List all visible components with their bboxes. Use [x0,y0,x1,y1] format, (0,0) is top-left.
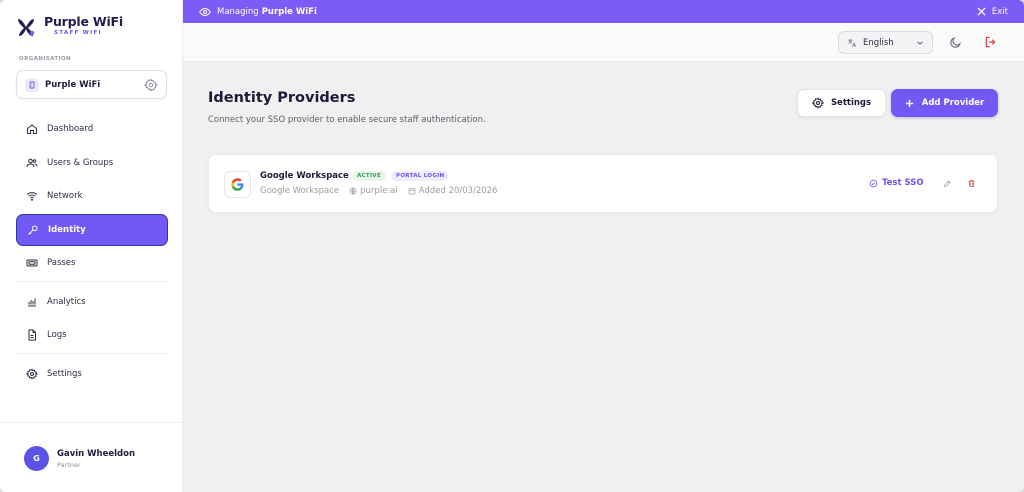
add-provider-button[interactable]: Add Provider [891,89,998,117]
sidebar: Purple WiFi STAFF WIFI ORGANISATION Purp… [0,0,183,492]
home-icon [27,124,37,134]
users-icon [26,158,38,167]
sidebar-item-dashboard[interactable]: Dashboard [16,113,168,145]
sidebar-item-analytics[interactable]: Analytics [16,286,168,318]
sidebar-item-logs[interactable]: Logs [16,319,168,351]
exit-label: Exit [991,6,1008,17]
user-profile[interactable]: G Gavin Wheeldon Partner [24,446,135,471]
main-content: Identity Providers Connect your SSO prov… [183,62,1024,492]
sidebar-item-passes[interactable]: Passes [16,247,168,279]
plus-icon [905,99,913,107]
sidebar-item-label: Settings [47,368,82,379]
app-logo[interactable]: Purple WiFi STAFF WIFI [16,14,123,38]
purple-logo-icon [18,19,35,36]
sidebar-item-users-groups[interactable]: Users & Groups [16,147,168,179]
managing-banner: Managing Purple WiFi Exit [183,0,1024,23]
sidebar-item-label: Passes [47,258,76,268]
nav-divider [16,352,168,354]
banner-prefix: Managing [217,6,259,17]
exit-button[interactable]: Exit [977,0,1008,23]
sidebar-item-label: Logs [47,330,67,340]
organisation-label: ORGANISATION [19,56,71,62]
wifi-icon [26,192,38,201]
eye-icon [199,7,211,16]
test-sso-label: Test SSO [882,178,924,188]
provider-added-date: Added 20/03/2026 [418,186,498,196]
sidebar-item-label: Identity [48,224,86,235]
user-divider [0,422,183,423]
provider-meta: Google Workspace purple.ai Added 20/03/2… [260,186,507,196]
status-badge: ACTIVE [352,171,386,181]
sidebar-item-settings[interactable]: Settings [16,358,168,390]
organisation-selector[interactable]: Purple WiFi [16,70,167,99]
ticket-icon [26,259,38,267]
sidebar-item-network[interactable]: Network [16,180,168,212]
banner-org-name: Purple WiFi [261,6,317,17]
app-title: Purple WiFi [44,14,123,29]
provider-type: Google Workspace [260,186,340,196]
logout-icon[interactable] [984,35,998,49]
add-provider-label: Add Provider [921,98,985,108]
translate-icon [848,38,857,47]
sidebar-item-label: Network [47,191,83,201]
nav-divider [16,280,168,282]
sidebar-item-label: Analytics [47,296,86,307]
sidebar-item-label: Dashboard [47,124,94,134]
provider-name: Google Workspace [260,171,349,181]
settings-button[interactable]: Settings [797,89,886,117]
trash-icon[interactable] [967,179,976,188]
language-value: English [863,37,894,48]
sidebar-item-label: Users & Groups [47,157,114,168]
bar-chart-icon [28,298,36,306]
test-icon [869,179,878,187]
app-subtitle: STAFF WIFI [54,30,102,36]
provider-card: Google Workspace ACTIVE PORTAL LOGIN Goo… [208,154,998,213]
provider-domain: purple.ai [360,186,398,196]
page-description: Connect your SSO provider to enable secu… [208,115,486,125]
gear-icon [26,367,38,380]
gear-icon [811,97,824,109]
document-icon [28,329,36,341]
key-icon [28,225,38,235]
user-name: Gavin Wheeldon [57,448,136,459]
chevron-down-icon [917,40,923,45]
close-icon [977,7,986,16]
moon-icon[interactable] [949,36,962,49]
app-window: Purple WiFi STAFF WIFI ORGANISATION Purp… [0,0,1024,492]
gear-icon[interactable] [144,78,158,92]
test-sso-button[interactable]: Test SSO [869,178,924,188]
organisation-name: Purple WiFi [45,79,101,90]
top-bar: English [183,23,1024,62]
page-title: Identity Providers [208,90,356,106]
building-icon [25,77,39,92]
avatar: G [24,446,49,471]
sidebar-item-identity[interactable]: Identity [16,213,168,246]
google-logo-icon [224,171,251,198]
user-role: Partner [57,460,81,469]
globe-icon [349,187,357,195]
sidebar-nav: Dashboard Users & Groups Network Identit… [16,113,168,391]
settings-label: Settings [830,98,872,108]
calendar-icon [408,188,416,195]
language-select[interactable]: English [838,31,933,54]
edit-icon[interactable] [943,179,952,188]
portal-login-badge: PORTAL LOGIN [391,171,450,181]
